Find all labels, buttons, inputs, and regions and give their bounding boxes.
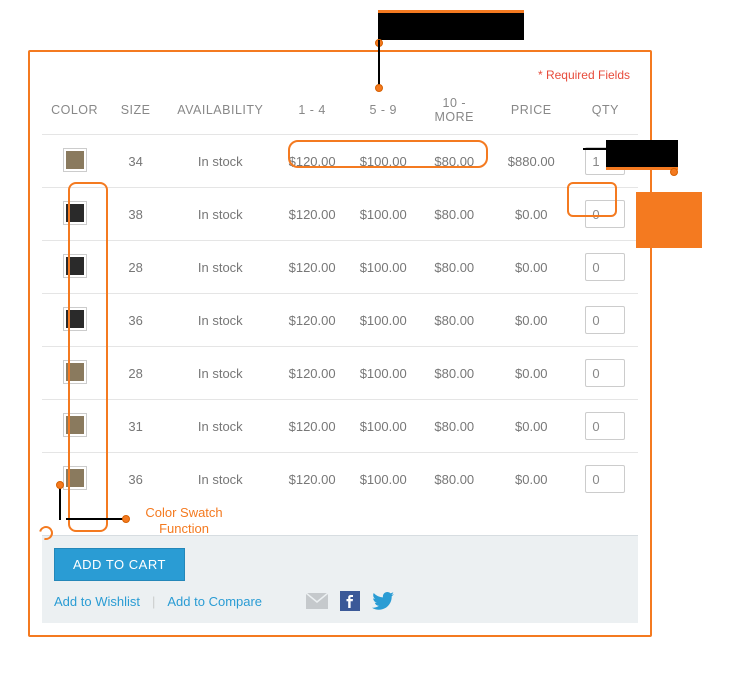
add-to-cart-button[interactable]: ADD TO CART	[54, 548, 185, 581]
cell-availability: In stock	[164, 135, 277, 188]
table-header-row: COLOR SIZE AVAILABILITY 1 - 4 5 - 9 10 -…	[42, 90, 638, 135]
callout-dot	[56, 481, 64, 489]
header-size: SIZE	[107, 90, 164, 135]
color-swatch[interactable]	[64, 149, 86, 171]
twitter-icon[interactable]	[372, 592, 394, 610]
color-swatch[interactable]	[64, 308, 86, 330]
cell-tier2: $100.00	[348, 241, 419, 294]
cell-price: $0.00	[490, 400, 573, 453]
qty-input[interactable]	[585, 465, 625, 493]
callout-line	[378, 40, 380, 86]
cell-tier1: $120.00	[277, 453, 348, 506]
cell-availability: In stock	[164, 241, 277, 294]
callout-line	[583, 148, 613, 150]
cell-tier2: $100.00	[348, 294, 419, 347]
cell-price: $880.00	[490, 135, 573, 188]
table-row: 28In stock$120.00$100.00$80.00$0.00	[42, 347, 638, 400]
qty-input[interactable]	[585, 147, 625, 175]
cell-size: 28	[107, 347, 164, 400]
cell-availability: In stock	[164, 188, 277, 241]
cell-tier1: $120.00	[277, 135, 348, 188]
qty-input[interactable]	[585, 359, 625, 387]
color-swatch[interactable]	[64, 202, 86, 224]
header-tier-5-9: 5 - 9	[348, 90, 419, 135]
cell-price: $0.00	[490, 453, 573, 506]
cell-size: 34	[107, 135, 164, 188]
table-row: 38In stock$120.00$100.00$80.00$0.00	[42, 188, 638, 241]
color-swatch[interactable]	[64, 467, 86, 489]
callout-dot	[375, 84, 383, 92]
header-tier-1-4: 1 - 4	[277, 90, 348, 135]
add-to-compare-link[interactable]: Add to Compare	[167, 594, 262, 609]
facebook-icon[interactable]	[340, 591, 360, 611]
cell-tier3: $80.00	[419, 135, 490, 188]
cell-size: 36	[107, 294, 164, 347]
cell-tier3: $80.00	[419, 188, 490, 241]
cell-tier3: $80.00	[419, 453, 490, 506]
email-icon[interactable]	[306, 593, 328, 609]
header-color: COLOR	[42, 90, 107, 135]
cell-tier3: $80.00	[419, 400, 490, 453]
cell-tier1: $120.00	[277, 241, 348, 294]
header-tier-10-more: 10 - MORE	[419, 90, 490, 135]
qty-input[interactable]	[585, 253, 625, 281]
header-price: PRICE	[490, 90, 573, 135]
color-swatch-annotation: Color Swatch Function	[129, 505, 239, 536]
header-availability: AVAILABILITY	[164, 90, 277, 135]
header-qty: QTY	[573, 90, 638, 135]
table-row: 31In stock$120.00$100.00$80.00$0.00	[42, 400, 638, 453]
cell-price: $0.00	[490, 294, 573, 347]
qty-input[interactable]	[585, 200, 625, 228]
callout-line	[66, 518, 126, 520]
cell-tier2: $100.00	[348, 188, 419, 241]
pricing-grid-panel: * Required Fields COLOR SIZE AVAILABILIT…	[28, 50, 652, 637]
cell-tier3: $80.00	[419, 347, 490, 400]
cell-size: 28	[107, 241, 164, 294]
cell-price: $0.00	[490, 188, 573, 241]
color-swatch[interactable]	[64, 414, 86, 436]
qty-input[interactable]	[585, 412, 625, 440]
callout-tier-label-box	[378, 10, 524, 40]
table-row: 28In stock$120.00$100.00$80.00$0.00	[42, 241, 638, 294]
table-row: 36In stock$120.00$100.00$80.00$0.00	[42, 294, 638, 347]
cell-tier1: $120.00	[277, 294, 348, 347]
cell-size: 38	[107, 188, 164, 241]
variant-table: COLOR SIZE AVAILABILITY 1 - 4 5 - 9 10 -…	[42, 90, 638, 505]
cell-availability: In stock	[164, 453, 277, 506]
cell-price: $0.00	[490, 347, 573, 400]
cell-size: 36	[107, 453, 164, 506]
cell-tier3: $80.00	[419, 294, 490, 347]
required-fields-label: * Required Fields	[42, 64, 638, 90]
cell-size: 31	[107, 400, 164, 453]
cell-price: $0.00	[490, 241, 573, 294]
cell-tier2: $100.00	[348, 400, 419, 453]
divider: |	[152, 594, 155, 609]
cell-tier3: $80.00	[419, 241, 490, 294]
color-swatch[interactable]	[64, 255, 86, 277]
callout-line	[59, 485, 61, 520]
cell-tier1: $120.00	[277, 347, 348, 400]
table-row: 34In stock$120.00$100.00$80.00$880.00	[42, 135, 638, 188]
qty-input[interactable]	[585, 306, 625, 334]
cell-tier2: $100.00	[348, 453, 419, 506]
cell-availability: In stock	[164, 294, 277, 347]
cell-availability: In stock	[164, 347, 277, 400]
table-row: 36In stock$120.00$100.00$80.00$0.00	[42, 453, 638, 506]
color-swatch[interactable]	[64, 361, 86, 383]
cell-tier1: $120.00	[277, 188, 348, 241]
cell-tier1: $120.00	[277, 400, 348, 453]
cell-tier2: $100.00	[348, 347, 419, 400]
footer-bar: ADD TO CART Add to Wishlist | Add to Com…	[42, 535, 638, 623]
add-to-wishlist-link[interactable]: Add to Wishlist	[54, 594, 140, 609]
cell-availability: In stock	[164, 400, 277, 453]
callout-dot	[670, 168, 678, 176]
cell-tier2: $100.00	[348, 135, 419, 188]
